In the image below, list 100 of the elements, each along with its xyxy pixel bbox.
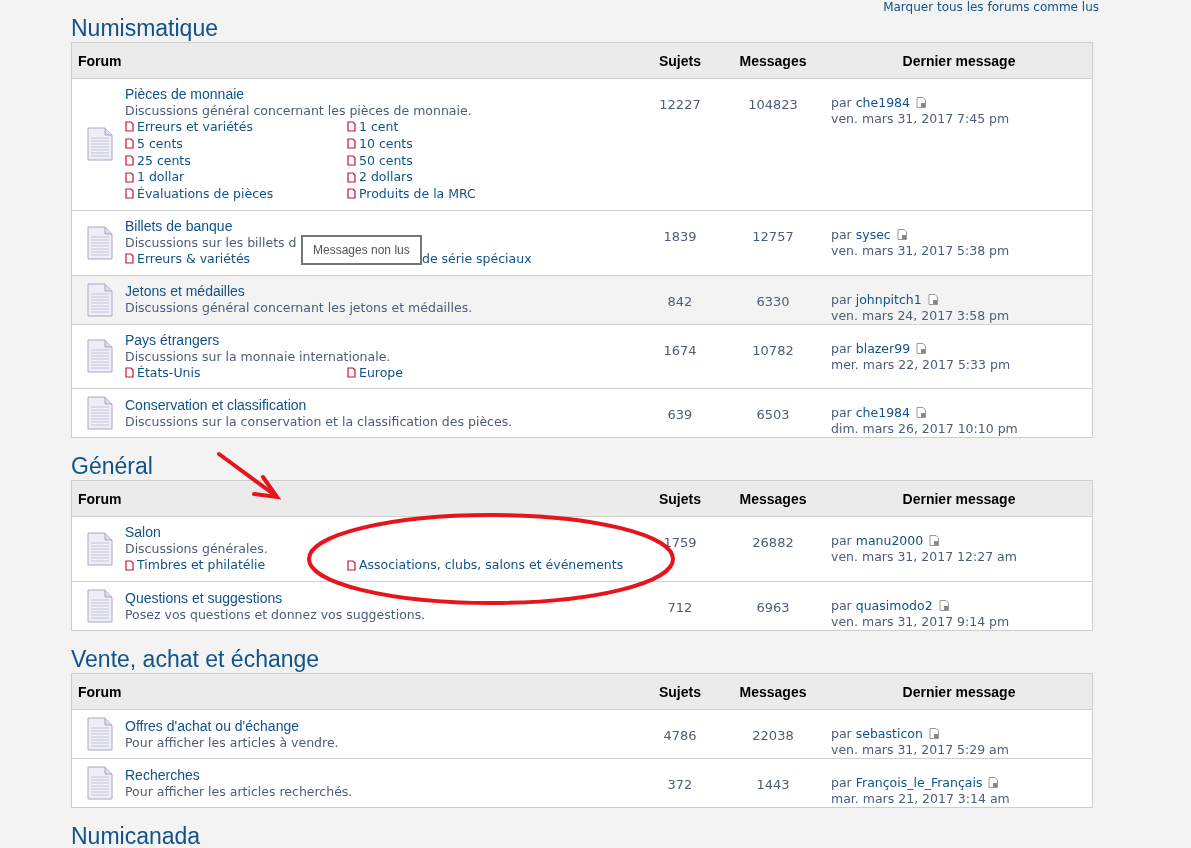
subforum-link[interactable]: 1 dollar (125, 169, 185, 185)
author-link[interactable]: sebasticon (855, 726, 923, 741)
view-post-icon[interactable] (896, 228, 908, 240)
section-title[interactable]: Numismatique (71, 15, 218, 41)
subforum-link[interactable]: 2 dollars (347, 169, 413, 185)
forum-title-link[interactable]: Pays étrangers (125, 331, 627, 349)
subforum-link[interactable]: Europe (347, 364, 403, 380)
author-link[interactable]: blazer99 (855, 340, 911, 356)
subforum-icon (347, 366, 356, 378)
view-post-icon[interactable] (916, 342, 928, 354)
subforum-link[interactable]: 50 cents (347, 152, 413, 168)
by-label: par (831, 726, 852, 741)
subforum-link[interactable]: Erreurs & variétés (125, 250, 251, 267)
forum-icon (87, 339, 113, 374)
topic-count: 372 (667, 777, 693, 792)
topic-count: 1839 (663, 228, 697, 244)
post-date: ven. mars 31, 2017 5:38 pm (831, 242, 1010, 258)
forum-icon (87, 717, 113, 751)
column-header: Forum (78, 490, 122, 507)
by-label: par (831, 95, 852, 110)
forum-title-link[interactable]: Salon (125, 524, 627, 542)
forum-title-link[interactable]: Jetons et médailles (125, 283, 473, 300)
forum-description: Discussions sur les billets d (125, 234, 297, 251)
subforum-icon (347, 559, 356, 571)
view-post-icon[interactable] (929, 535, 941, 547)
forum-description: Discussions sur la conservation et la classification des pièces. (125, 413, 513, 430)
post-date: mar. mars 21, 2017 3:14 am (831, 791, 1010, 806)
author-link[interactable]: che1984 (855, 405, 910, 421)
column-header: Forum (78, 683, 122, 700)
view-post-icon[interactable] (928, 728, 940, 739)
forum-description: Discussions générales. (125, 541, 268, 558)
column-header: Messages (739, 490, 807, 507)
by-label: par (831, 340, 852, 356)
subforum-icon (125, 171, 134, 183)
mark-all-read-link[interactable]: Marquer tous les forums comme lus (883, 0, 1099, 14)
subforum-icon (125, 253, 134, 264)
post-date: dim. mars 26, 2017 10:10 pm (831, 421, 1018, 437)
tooltip: Messages non lus (301, 234, 422, 265)
topic-count: 712 (667, 600, 693, 615)
column-header: Dernier message (902, 490, 1016, 507)
subforum-link[interactable]: de série spéciaux (422, 250, 532, 267)
subforum-link[interactable]: Produits de la MRC (347, 186, 476, 202)
subforum-link[interactable]: Timbres et philatélie (125, 557, 266, 573)
forum-description: Posez vos questions et donnez vos suggestions. (125, 606, 426, 623)
subforum-link[interactable]: Associations, clubs, salons et événements (347, 557, 624, 573)
author-link[interactable]: François_le_Français (855, 775, 983, 790)
author-link[interactable]: quasimodo2 (855, 598, 933, 613)
forum-description: Discussions général concernant les jetons et médailles. (125, 300, 473, 316)
subforum-link[interactable]: 10 cents (347, 135, 413, 152)
section-title[interactable]: Vente, achat et échange (71, 646, 320, 672)
column-header: Messages (739, 52, 807, 69)
topic-count: 4786 (663, 728, 697, 743)
forum-icon (87, 766, 113, 800)
post-date: ven. mars 31, 2017 5:29 am (831, 742, 1009, 757)
topic-count: 639 (667, 407, 693, 423)
subforum-link[interactable]: États-Unis (125, 364, 201, 380)
author-link[interactable]: che1984 (855, 95, 910, 110)
author-link[interactable]: manu2000 (855, 533, 924, 549)
forum-title-link[interactable]: Billets de banque (125, 217, 627, 235)
forum-title-link[interactable]: Offres d'achat ou d'échange (125, 717, 339, 735)
forum-title-link[interactable]: Recherches (125, 766, 353, 784)
by-label: par (831, 598, 852, 613)
forum-description: Pour afficher les articles à vendre. (125, 734, 339, 751)
by-label: par (831, 226, 852, 242)
view-post-icon[interactable] (916, 407, 927, 419)
subforum-icon (125, 154, 134, 166)
subforum-link[interactable]: 25 cents (125, 152, 191, 168)
forum-description: Discussions général concernant les pièces de monnaie. (125, 103, 472, 119)
column-header: Sujets (659, 490, 701, 507)
author-link[interactable]: johnpitch1 (855, 291, 922, 307)
post-count: 12757 (752, 228, 794, 244)
topic-count: 12227 (659, 97, 701, 112)
subforum-link[interactable]: 5 cents (125, 135, 183, 152)
forum-title-link[interactable]: Pièces de monnaie (125, 86, 627, 103)
section-title[interactable]: Numicanada (71, 823, 201, 848)
view-post-icon[interactable] (916, 97, 927, 108)
subforum-link[interactable]: 1 cent (347, 119, 399, 135)
forum-icon (87, 589, 113, 623)
subforum-icon (125, 366, 134, 378)
by-label: par (831, 775, 852, 790)
author-link[interactable]: sysec (855, 226, 891, 242)
column-header: Messages (739, 683, 807, 700)
forum-title-link[interactable]: Conservation et classification (125, 396, 513, 414)
forum-title-link[interactable]: Questions et suggestions (125, 589, 426, 607)
view-post-icon[interactable] (938, 600, 950, 611)
post-count: 1443 (756, 777, 790, 792)
post-date: ven. mars 31, 2017 12:27 am (831, 549, 1017, 565)
forum-description: Pour afficher les articles recherchés. (125, 783, 353, 800)
column-header: Forum (78, 52, 122, 69)
subforum-icon (347, 138, 356, 149)
view-post-icon[interactable] (988, 777, 1000, 788)
subforum-link[interactable]: Erreurs et variétés (125, 119, 253, 135)
forum-icon (87, 282, 113, 317)
section-title[interactable]: Général (71, 453, 153, 480)
post-date: ven. mars 31, 2017 9:14 pm (831, 614, 1010, 629)
view-post-icon[interactable] (927, 293, 939, 305)
subforum-icon (125, 559, 134, 571)
forum-icon (87, 225, 113, 260)
subforum-link[interactable]: Évaluations de pièces (125, 186, 274, 202)
topic-count: 1759 (663, 535, 697, 551)
